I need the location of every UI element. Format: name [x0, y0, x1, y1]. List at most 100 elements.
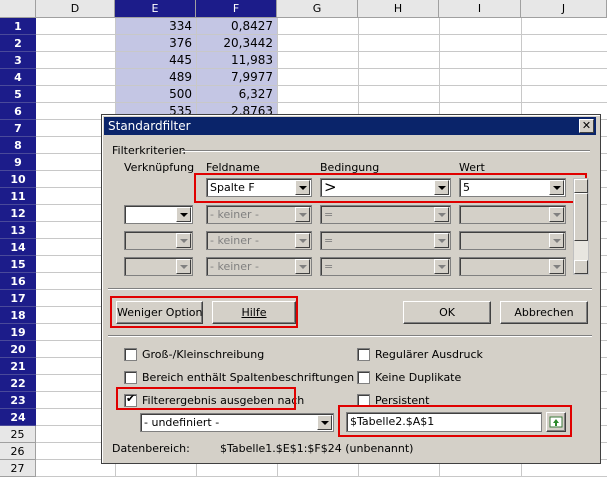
- row-header[interactable]: 12: [0, 205, 36, 222]
- row-header[interactable]: 11: [0, 188, 36, 205]
- standardfilter-dialog: Standardfilter ✕ Filterkriterien Verknüp…: [101, 114, 601, 464]
- column-header-d[interactable]: D: [36, 0, 115, 18]
- separator: [108, 288, 592, 290]
- chevron-down-icon[interactable]: [434, 207, 449, 222]
- column-header-h[interactable]: H: [358, 0, 439, 18]
- value-combo-2[interactable]: [459, 205, 566, 224]
- row-header[interactable]: 4: [0, 69, 36, 86]
- scroll-thumb[interactable]: [574, 193, 588, 241]
- link-select-2[interactable]: [124, 205, 193, 224]
- chevron-down-icon[interactable]: [295, 259, 310, 274]
- no-duplicates-checkbox[interactable]: [357, 371, 370, 384]
- chevron-down-icon[interactable]: [549, 259, 564, 274]
- link-select-3[interactable]: [124, 231, 193, 250]
- row-header[interactable]: 13: [0, 222, 36, 239]
- scroll-up-icon[interactable]: [574, 179, 588, 193]
- chevron-down-icon[interactable]: [295, 207, 310, 222]
- cancel-button[interactable]: Abbrechen: [500, 301, 588, 324]
- regex-label: Regulärer Ausdruck: [375, 348, 483, 361]
- cell-e3[interactable]: 445: [115, 52, 196, 69]
- row-header[interactable]: 23: [0, 392, 36, 409]
- range-has-headers-label: Bereich enthält Spaltenbeschriftungen: [142, 371, 355, 384]
- cell-e1[interactable]: 334: [115, 18, 196, 35]
- row-header[interactable]: 1: [0, 18, 36, 35]
- field-select-3-value: - keiner -: [210, 234, 259, 247]
- field-select-3[interactable]: - keiner -: [206, 231, 312, 250]
- condition-select-4[interactable]: =: [320, 257, 451, 276]
- row-header[interactable]: 16: [0, 273, 36, 290]
- chevron-down-icon[interactable]: [317, 415, 332, 430]
- row-header[interactable]: 15: [0, 256, 36, 273]
- row-header[interactable]: 27: [0, 460, 36, 477]
- row-header[interactable]: 3: [0, 52, 36, 69]
- chevron-down-icon[interactable]: [549, 233, 564, 248]
- row-header[interactable]: 24: [0, 409, 36, 426]
- row-header[interactable]: 14: [0, 239, 36, 256]
- chevron-down-icon[interactable]: [434, 259, 449, 274]
- chevron-down-icon[interactable]: [176, 259, 191, 274]
- range-has-headers-checkbox[interactable]: [124, 371, 137, 384]
- close-button[interactable]: ✕: [579, 119, 594, 133]
- case-sensitive-checkbox[interactable]: [124, 348, 137, 361]
- row-header[interactable]: 8: [0, 137, 36, 154]
- row-header[interactable]: 10: [0, 171, 36, 188]
- column-header-g[interactable]: G: [277, 0, 358, 18]
- cell-f1[interactable]: 0,8427: [196, 18, 277, 35]
- value-combo-4[interactable]: [459, 257, 566, 276]
- cell-f3[interactable]: 11,983: [196, 52, 277, 69]
- no-duplicates-label: Keine Duplikate: [375, 371, 462, 384]
- scroll-down-icon[interactable]: [574, 260, 588, 274]
- chevron-down-icon[interactable]: [176, 233, 191, 248]
- row-header[interactable]: 5: [0, 86, 36, 103]
- column-header-f[interactable]: F: [196, 0, 277, 18]
- highlight-frame: [338, 405, 572, 437]
- cell-f5[interactable]: 6,327: [196, 86, 277, 103]
- cell-f4[interactable]: 7,9977: [196, 69, 277, 86]
- dialog-titlebar[interactable]: Standardfilter ✕: [104, 117, 596, 135]
- highlight-frame: [116, 387, 296, 410]
- field-select-2[interactable]: - keiner -: [206, 205, 312, 224]
- separator: [108, 335, 592, 337]
- row-header[interactable]: 17: [0, 290, 36, 307]
- row-header[interactable]: 18: [0, 307, 36, 324]
- separator: [182, 150, 590, 152]
- row-header[interactable]: 20: [0, 341, 36, 358]
- chevron-down-icon[interactable]: [176, 207, 191, 222]
- row-header[interactable]: 19: [0, 324, 36, 341]
- cell-e5[interactable]: 500: [115, 86, 196, 103]
- row-header[interactable]: 2: [0, 35, 36, 52]
- cell-e2[interactable]: 376: [115, 35, 196, 52]
- column-header-e[interactable]: E: [115, 0, 196, 18]
- row-header[interactable]: 7: [0, 120, 36, 137]
- criteria-scrollbar[interactable]: [573, 178, 589, 275]
- row-header[interactable]: 21: [0, 358, 36, 375]
- cell-e4[interactable]: 489: [115, 69, 196, 86]
- column-header-i[interactable]: I: [439, 0, 521, 18]
- highlight-frame: [110, 296, 298, 328]
- value-combo-3[interactable]: [459, 231, 566, 250]
- output-area-select-value: - undefiniert -: [144, 416, 220, 429]
- regex-checkbox[interactable]: [357, 348, 370, 361]
- link-select-4[interactable]: [124, 257, 193, 276]
- cell-f2[interactable]: 20,3442: [196, 35, 277, 52]
- data-range-value: $Tabelle1.$E$1:$F$24 (unbenannt): [220, 442, 414, 455]
- corner-header[interactable]: [0, 0, 36, 18]
- field-select-4[interactable]: - keiner -: [206, 257, 312, 276]
- row-header[interactable]: 26: [0, 443, 36, 460]
- condition-select-2[interactable]: =: [320, 205, 451, 224]
- row-header[interactable]: 22: [0, 375, 36, 392]
- condition-select-3[interactable]: =: [320, 231, 451, 250]
- column-header-j[interactable]: J: [521, 0, 607, 18]
- row-header[interactable]: 9: [0, 154, 36, 171]
- row-header[interactable]: 25: [0, 426, 36, 443]
- chevron-down-icon[interactable]: [549, 207, 564, 222]
- row-header[interactable]: 6: [0, 103, 36, 120]
- field-select-4-value: - keiner -: [210, 260, 259, 273]
- output-area-select[interactable]: - undefiniert -: [140, 413, 334, 432]
- chevron-down-icon[interactable]: [434, 233, 449, 248]
- case-sensitive-label: Groß-/Kleinschreibung: [142, 348, 265, 361]
- dialog-title: Standardfilter: [108, 119, 191, 133]
- ok-button[interactable]: OK: [403, 301, 491, 324]
- header-link: Verknüpfung: [124, 161, 195, 174]
- chevron-down-icon[interactable]: [295, 233, 310, 248]
